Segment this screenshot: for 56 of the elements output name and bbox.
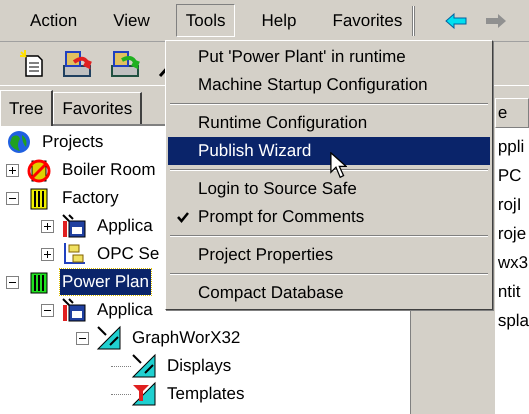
back-arrow-icon[interactable] [445,12,467,28]
list-item[interactable]: rojI [494,192,529,221]
triangle-ruler-icon [96,325,122,351]
tree-item[interactable]: Factory [60,185,121,211]
collapse-toggle[interactable] [41,304,54,316]
tab[interactable]: Tree [0,90,54,126]
menu-option[interactable]: Put 'Power Plant' in runtime [168,43,490,71]
application-icon [61,213,87,239]
globe-icon [6,129,32,155]
tree-item[interactable]: Power Plan [60,269,151,295]
new-document-icon[interactable] [20,50,44,78]
tree-item[interactable]: Displays [165,353,234,379]
tree-item[interactable]: Boiler Room [60,157,158,183]
menu-item[interactable]: Favorites [322,4,412,38]
list-item[interactable]: ntit [494,279,529,308]
blocked-cabinet-icon [26,157,52,183]
expand-toggle[interactable] [41,220,54,232]
collapse-toggle[interactable] [76,332,89,344]
ruler-funnel-icon [131,381,157,407]
menu-item[interactable]: Action [20,4,88,38]
plus-icon [43,250,52,258]
menu-option[interactable]: Compact Database [168,279,490,307]
plus-icon [8,166,17,174]
tree-item[interactable]: Applica [95,213,155,239]
tree-item[interactable]: Projects [40,129,106,155]
column-header[interactable]: e [494,98,529,128]
cursor-icon [330,152,347,179]
tree-item[interactable]: Templates [165,381,246,407]
expand-toggle[interactable] [41,248,54,260]
tree-item[interactable]: Applica [95,297,155,323]
menu-item[interactable]: View [103,4,160,38]
folder-tree-icon [61,241,87,267]
menu-option[interactable]: Publish Wizard [168,137,490,165]
collapse-toggle[interactable] [6,276,19,288]
menu-option[interactable]: Project Properties [168,241,490,269]
download-icon[interactable] [110,50,140,78]
list-item[interactable]: spla [494,308,529,337]
list-item[interactable]: ppli [494,134,529,163]
list-item[interactable]: roje [494,221,529,250]
upload-icon[interactable] [62,50,92,78]
expand-toggle[interactable] [6,164,19,176]
collapse-toggle[interactable] [6,192,19,204]
application-icon [61,297,87,323]
menu-option[interactable]: Login to Source Safe [168,175,490,203]
menu-option[interactable]: Prompt for Comments [168,203,490,231]
tree-item[interactable]: OPC Se [95,241,162,267]
menu-option[interactable]: Runtime Configuration [168,109,490,137]
checkmark-icon [177,212,189,222]
plus-icon [43,222,52,230]
menu-item[interactable]: Tools [176,4,236,38]
menu-option[interactable]: Machine Startup Configuration [168,71,490,99]
menu-item[interactable]: Help [251,4,306,38]
list-item[interactable]: PC [494,163,529,192]
triangle-ruler-icon [131,353,157,379]
tree-item[interactable]: GraphWorX32 [130,325,242,351]
list-item[interactable]: wx3 [494,250,529,279]
